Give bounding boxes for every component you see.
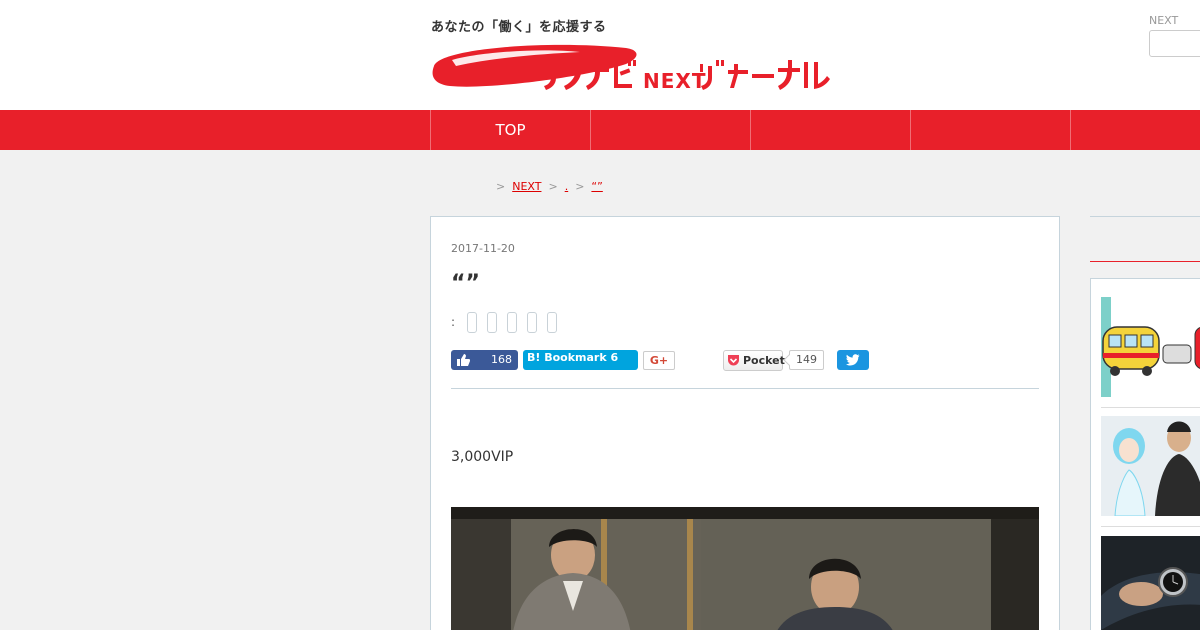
thumb-divider (1101, 526, 1200, 527)
site-tagline: あなたの「働く」を応援する (431, 20, 607, 35)
breadcrumb-next[interactable]: NEXT (512, 180, 541, 193)
breadcrumb-category[interactable]: . (565, 180, 569, 193)
share-buttons: 168 B! Bookmark 6 G+ Pocket 149 (451, 350, 1051, 372)
sidebar-heading-rule (1090, 261, 1200, 262)
hatena-bookmark-button[interactable]: B! Bookmark 6 (523, 350, 638, 370)
site-logo[interactable]: NEXT (430, 42, 830, 96)
sidebar-top-rule (1090, 216, 1200, 217)
thumbs-up-icon (457, 354, 470, 366)
twitter-bird-icon (846, 354, 860, 366)
search-input[interactable] (1149, 30, 1200, 57)
breadcrumb-current[interactable]: “” (591, 180, 687, 193)
wristwatch-image (1101, 536, 1200, 630)
like-count: 168 (491, 353, 512, 366)
article-hero-image (451, 507, 1039, 630)
tag-pill[interactable] (547, 312, 557, 333)
article-lead: 3,000VIP (451, 449, 514, 465)
sidebar-article-thumb[interactable] (1101, 536, 1200, 630)
pocket-count: 149 (789, 350, 824, 370)
train-illustration (1101, 297, 1200, 397)
sidebar-article-thumb[interactable] (1101, 416, 1200, 516)
twitter-button[interactable] (837, 350, 869, 370)
character-and-person-image (1101, 416, 1200, 516)
google-plus-button[interactable]: G+ (643, 351, 675, 370)
breadcrumb-separator: > (575, 180, 585, 193)
tag-pill[interactable] (527, 312, 537, 333)
article-title: “” (451, 271, 480, 296)
content-divider (451, 388, 1039, 389)
sidebar-article-thumb[interactable] (1101, 297, 1200, 397)
sidebar-ranking (1090, 278, 1200, 630)
global-nav: TOP (0, 110, 1200, 150)
thumb-divider (1101, 407, 1200, 408)
nav-item-4[interactable] (910, 110, 1070, 150)
nav-item-2[interactable] (590, 110, 750, 150)
article-card: 2017-11-20 “” : 168 B! Bookmark 6 G+ Poc… (430, 216, 1060, 630)
pocket-icon (728, 355, 739, 366)
breadcrumb-separator: > (496, 180, 506, 193)
tag-pill[interactable] (507, 312, 517, 333)
breadcrumb-separator: > (548, 180, 558, 193)
site-header: あなたの「働く」を応援する NEXT NEXT (0, 0, 1200, 110)
nav-item-3[interactable] (750, 110, 910, 150)
pocket-label: Pocket (743, 354, 785, 367)
tag-pill[interactable] (487, 312, 497, 333)
next-search-label: NEXT (1149, 14, 1179, 27)
nav-item-top[interactable]: TOP (430, 110, 590, 150)
pocket-button[interactable]: Pocket (723, 350, 785, 371)
nav-item-5[interactable] (1070, 110, 1200, 150)
tag-pill[interactable] (467, 312, 477, 333)
svg-text:NEXT: NEXT (643, 69, 706, 93)
business-handshake-image (451, 507, 1039, 630)
breadcrumb: > NEXT >. > “” (429, 180, 687, 193)
article-date: 2017-11-20 (451, 242, 515, 255)
tag-label: : (451, 315, 456, 329)
facebook-like-button[interactable]: 168 (451, 350, 518, 370)
